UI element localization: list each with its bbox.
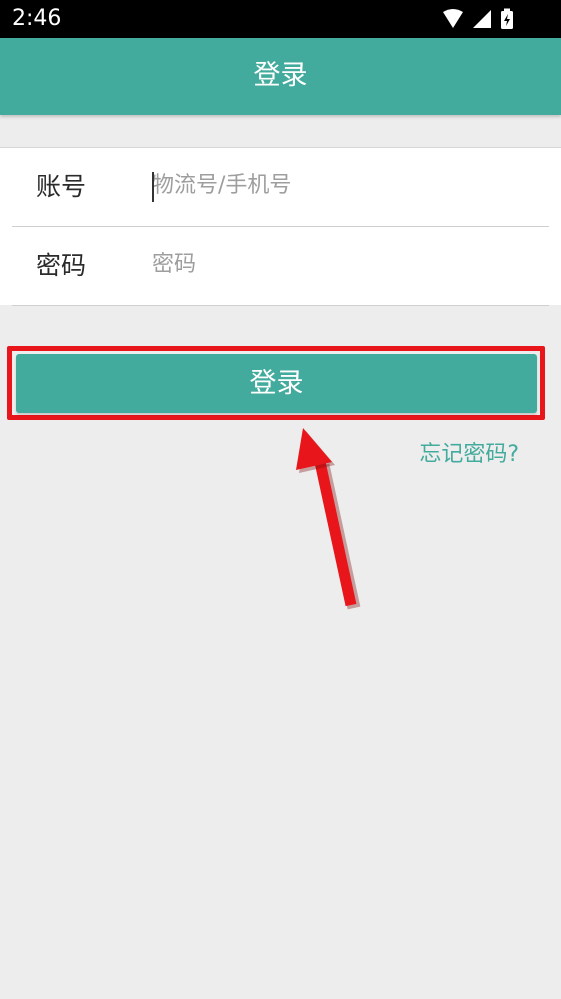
password-input[interactable] [152, 247, 532, 283]
wifi-icon [443, 9, 463, 28]
status-bar: 2:46 [0, 0, 561, 38]
forgot-password-link[interactable]: 忘记密码? [419, 440, 519, 470]
login-button[interactable]: 登录 [16, 354, 537, 413]
cell-signal-icon [473, 10, 491, 28]
login-form: 账号 密码 [0, 147, 561, 306]
arrow-icon [296, 428, 361, 610]
account-input[interactable] [152, 168, 532, 204]
password-label: 密码 [36, 251, 87, 280]
text-cursor [152, 172, 154, 202]
account-label: 账号 [36, 172, 87, 201]
divider [12, 305, 549, 306]
status-icons [443, 8, 513, 29]
page-title: 登录 [253, 60, 308, 91]
battery-charging-icon [501, 8, 513, 29]
app-bar: 登录 [0, 38, 561, 115]
password-row: 密码 [0, 227, 561, 306]
status-time: 2:46 [12, 6, 62, 31]
account-row: 账号 [0, 148, 561, 227]
login-screen: 2:46 登录 账号 密码 [0, 0, 561, 999]
